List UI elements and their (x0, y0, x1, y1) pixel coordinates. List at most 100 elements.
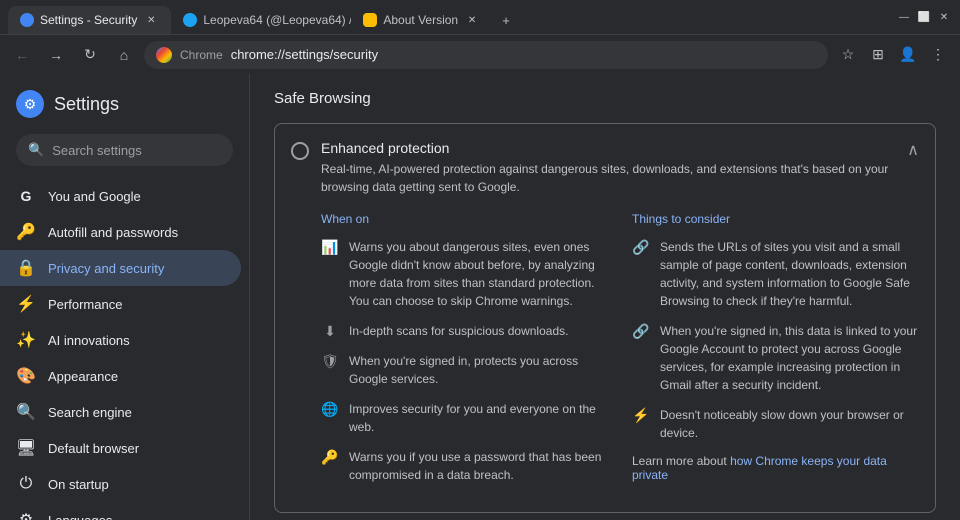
detail-text-0: Warns you about dangerous sites, even on… (349, 238, 608, 310)
sidebar-item-performance[interactable]: ⚡ Performance (0, 286, 241, 322)
settings-header: ⚙ Settings (0, 82, 249, 134)
sidebar-item-search[interactable]: 🔍 Search engine (0, 394, 241, 430)
chrome-label: Chrome (180, 48, 223, 62)
sidebar: ⚙ Settings 🔍 Search settings G You and G… (0, 74, 250, 520)
close-button[interactable]: ✕ (936, 9, 952, 25)
enhanced-expand-button[interactable]: ∧ (907, 140, 919, 160)
star-icon[interactable]: ☆ (834, 41, 862, 69)
sidebar-label-performance: Performance (48, 297, 122, 312)
sidebar-item-languages[interactable]: ⚙ Languages (0, 502, 241, 520)
settings-tab-close[interactable]: ✕ (143, 12, 159, 28)
back-button[interactable]: ← (8, 41, 36, 69)
consider-text-1: When you're signed in, this data is link… (660, 322, 919, 394)
enhanced-protection-option[interactable]: Enhanced protection Real-time, AI-powere… (274, 123, 936, 513)
sidebar-item-autofill[interactable]: 🔑 Autofill and passwords (0, 214, 241, 250)
sidebar-label-ai: AI innovations (48, 333, 130, 348)
new-tab-button[interactable]: + (492, 6, 520, 34)
nav-bar: ← → ↻ ⌂ Chrome chrome://settings/securit… (0, 34, 960, 74)
sidebar-item-startup[interactable]: ⏻ On startup (0, 466, 241, 502)
detail-text-4: Warns you if you use a password that has… (349, 448, 608, 484)
browser-icon: 🖥 (16, 438, 36, 458)
sidebar-item-appearance[interactable]: 🎨 Appearance (0, 358, 241, 394)
sidebar-item-ai[interactable]: ✨ AI innovations (0, 322, 241, 358)
sidebar-label-appearance: Appearance (48, 369, 118, 384)
detail-item-2: 🛡 When you're signed in, protects you ac… (321, 352, 608, 388)
settings-title: Settings (54, 94, 119, 115)
sidebar-item-you-and-google[interactable]: G You and Google (0, 178, 241, 214)
speed-icon: ⚡ (632, 406, 650, 424)
sidebar-label-search: Search engine (48, 405, 132, 420)
about-tab-label: About Version (383, 13, 458, 27)
consider-text-2: Doesn't noticeably slow down your browse… (660, 406, 919, 442)
sidebar-search[interactable]: 🔍 Search settings (16, 134, 233, 166)
lock-icon: 🔒 (16, 258, 36, 278)
enhanced-radio[interactable] (291, 142, 309, 160)
sidebar-item-privacy[interactable]: 🔒 Privacy and security (0, 250, 241, 286)
sidebar-label-browser: Default browser (48, 441, 139, 456)
twitter-tab-label: Leopeva64 (@Leopeva64) / Tw... (203, 13, 351, 27)
key-icon: 🔑 (16, 222, 36, 242)
sidebar-item-browser[interactable]: 🖥 Default browser (0, 430, 241, 466)
search-placeholder: Search settings (52, 143, 142, 158)
tab-settings[interactable]: Settings - Security ✕ (8, 6, 171, 34)
detail-item-0: 📊 Warns you about dangerous sites, even … (321, 238, 608, 310)
about-tab-close[interactable]: ✕ (464, 12, 480, 28)
main-layout: ⚙ Settings 🔍 Search settings G You and G… (0, 74, 960, 520)
enhanced-option-header: Enhanced protection Real-time, AI-powere… (275, 124, 935, 212)
appearance-icon: 🎨 (16, 366, 36, 386)
detail-text-1: In-depth scans for suspicious downloads. (349, 322, 568, 340)
when-on-header: When on (321, 212, 608, 226)
tab-about[interactable]: About Version ✕ (351, 6, 492, 34)
profile-icon[interactable]: 👤 (894, 41, 922, 69)
when-on-col: When on 📊 Warns you about dangerous site… (321, 212, 608, 496)
enhanced-details: When on 📊 Warns you about dangerous site… (275, 212, 935, 512)
about-tab-icon (363, 13, 377, 27)
sidebar-label-startup: On startup (48, 477, 109, 492)
consider-col: Things to consider 🔗 Sends the URLs of s… (632, 212, 919, 496)
consider-text-0: Sends the URLs of sites you visit and a … (660, 238, 919, 310)
performance-icon: ⚡ (16, 294, 36, 314)
enhanced-title: Enhanced protection (321, 140, 895, 156)
title-bar: Settings - Security ✕ Leopeva64 (@Leopev… (0, 0, 960, 34)
detail-item-4: 🔑 Warns you if you use a password that h… (321, 448, 608, 484)
nav-icons: ☆ ⊞ 👤 ⋮ (834, 41, 952, 69)
address-bar[interactable]: Chrome chrome://settings/security (144, 41, 828, 69)
minimize-button[interactable]: — (896, 9, 912, 25)
bar-chart-icon: 📊 (321, 238, 339, 256)
window-controls: — ⬜ ✕ (896, 9, 952, 25)
content-area: Safe Browsing Enhanced protection Real-t… (250, 74, 960, 520)
sidebar-label-you-and-google: You and Google (48, 189, 141, 204)
consider-item-0: 🔗 Sends the URLs of sites you visit and … (632, 238, 919, 310)
languages-icon: ⚙ (16, 510, 36, 520)
link-icon-1: 🔗 (632, 322, 650, 340)
link-icon-0: 🔗 (632, 238, 650, 256)
tab-bar: Settings - Security ✕ Leopeva64 (@Leopev… (8, 0, 884, 34)
google-icon: G (16, 186, 36, 206)
home-button[interactable]: ⌂ (110, 41, 138, 69)
consider-item-2: ⚡ Doesn't noticeably slow down your brow… (632, 406, 919, 442)
download-icon: ⬇ (321, 322, 339, 340)
menu-icon[interactable]: ⋮ (924, 41, 952, 69)
extensions-icon[interactable]: ⊞ (864, 41, 892, 69)
reload-button[interactable]: ↻ (76, 41, 104, 69)
consider-item-1: 🔗 When you're signed in, this data is li… (632, 322, 919, 394)
settings-tab-label: Settings - Security (40, 13, 137, 27)
chrome-security-icon (156, 47, 172, 63)
detail-item-1: ⬇ In-depth scans for suspicious download… (321, 322, 608, 340)
shield-icon: 🛡 (321, 352, 339, 370)
enhanced-description: Real-time, AI-powered protection against… (321, 160, 895, 196)
password-icon: 🔑 (321, 448, 339, 466)
learn-more: Learn more about how Chrome keeps your d… (632, 454, 919, 482)
sidebar-label-privacy: Privacy and security (48, 261, 164, 276)
restore-button[interactable]: ⬜ (916, 9, 932, 25)
learn-more-text: Learn more about (632, 454, 730, 468)
forward-button[interactable]: → (42, 41, 70, 69)
enhanced-two-col: When on 📊 Warns you about dangerous site… (321, 212, 919, 496)
search-icon: 🔍 (28, 142, 44, 158)
twitter-tab-icon (183, 13, 197, 27)
sidebar-label-languages: Languages (48, 513, 112, 520)
ai-icon: ✨ (16, 330, 36, 350)
tab-twitter[interactable]: Leopeva64 (@Leopeva64) / Tw... ✕ (171, 6, 351, 34)
section-title: Safe Browsing (274, 90, 936, 107)
consider-header: Things to consider (632, 212, 919, 226)
